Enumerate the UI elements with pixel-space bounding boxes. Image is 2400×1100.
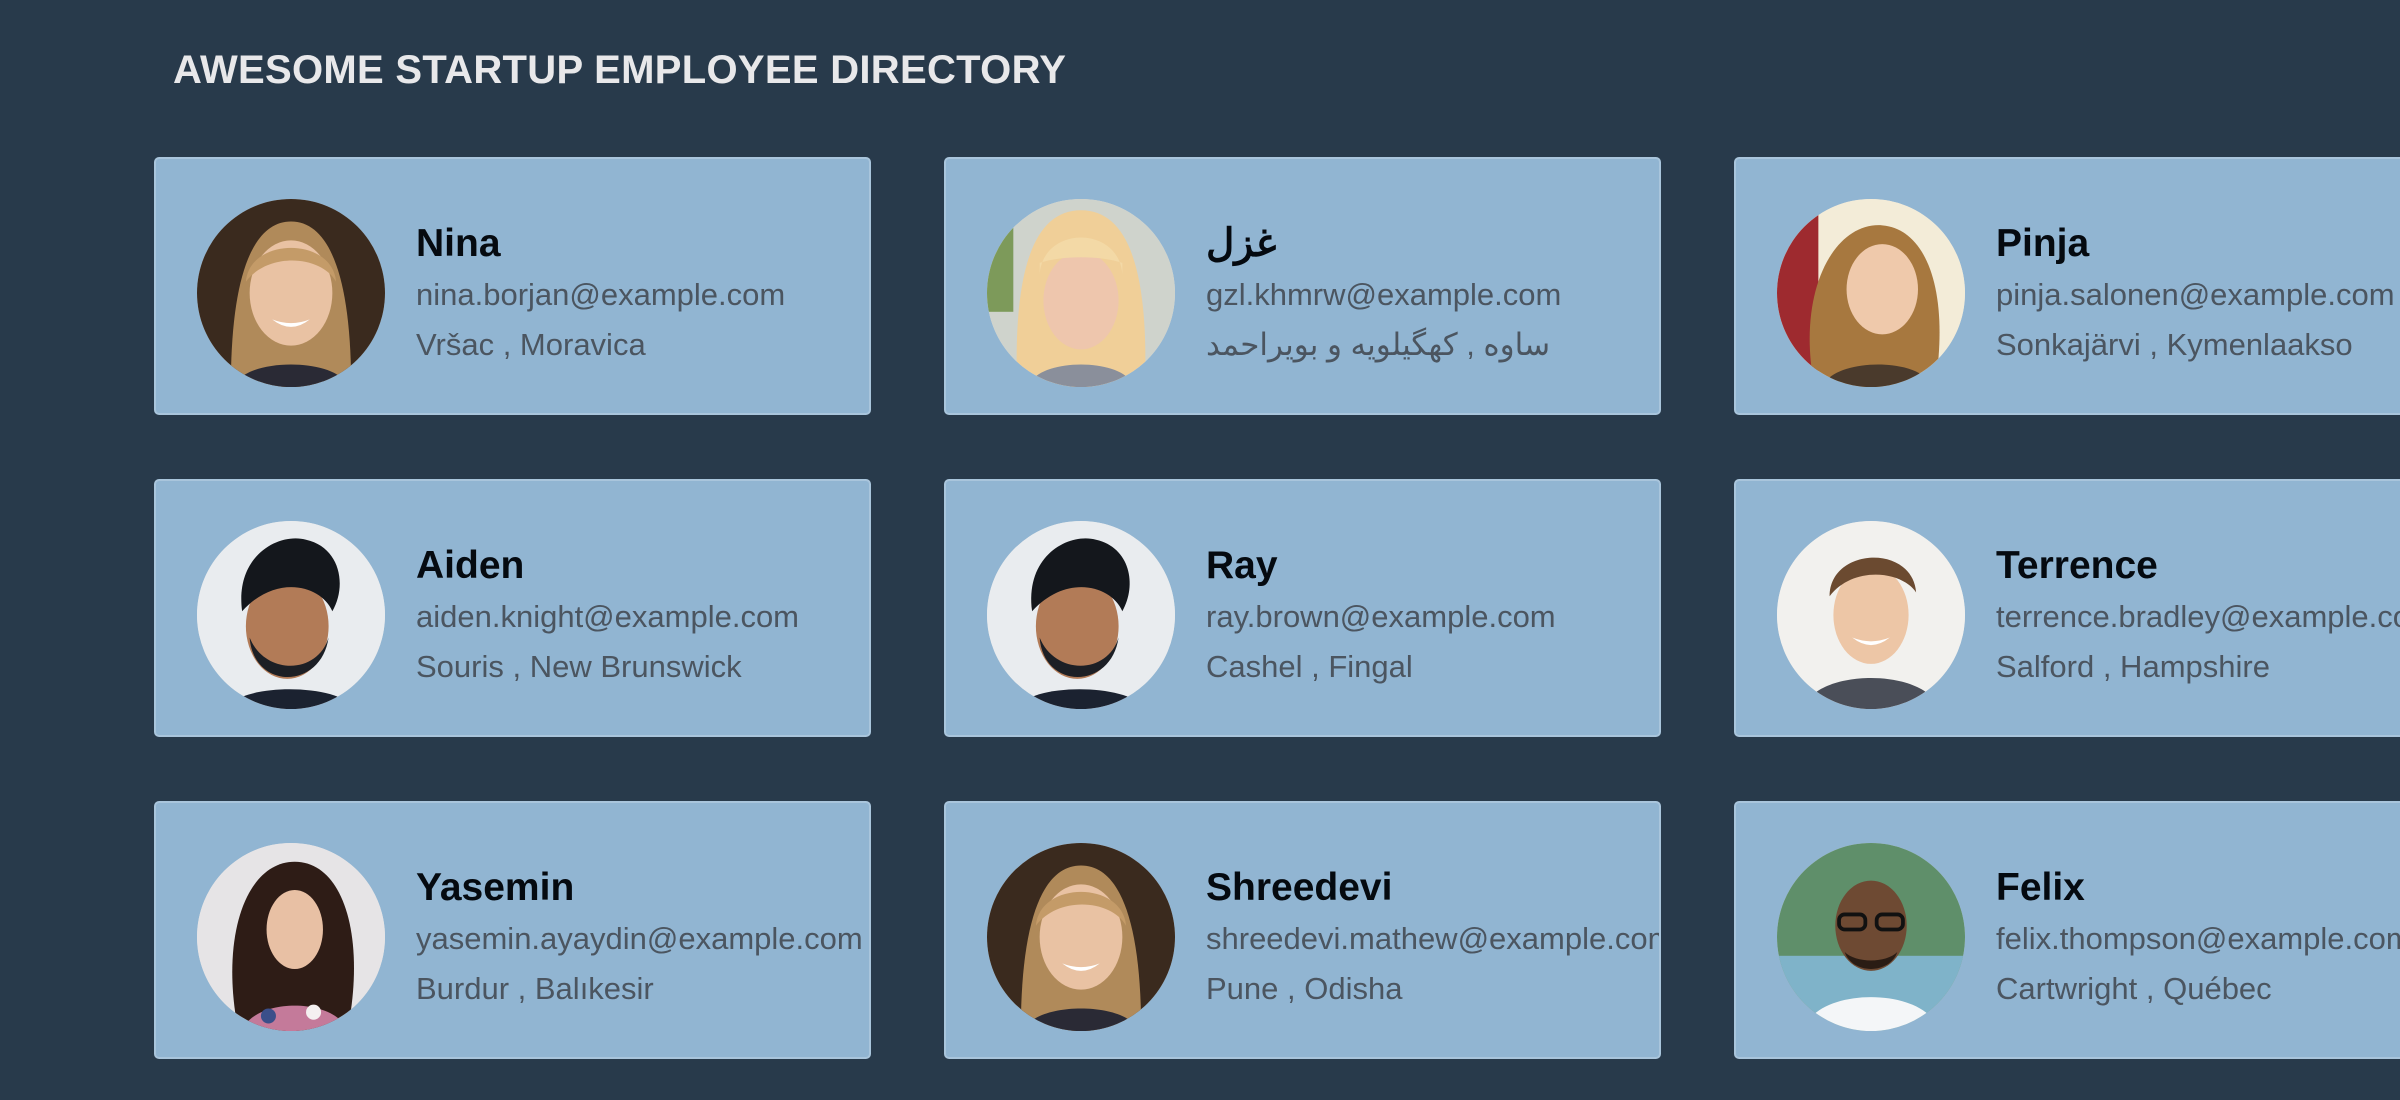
employee-name: Aiden (416, 544, 525, 587)
employee-name: غزل (1206, 222, 1277, 265)
avatar-photo-icon (197, 521, 385, 709)
employee-avatar (1777, 521, 1965, 709)
avatar-photo-icon (1777, 843, 1965, 1031)
employee-avatar (197, 199, 385, 387)
employee-card[interactable]: Terrence terrence.bradley@example.com Sa… (1734, 479, 2400, 737)
employee-card[interactable]: Yasemin yasemin.ayaydin@example.com Burd… (154, 801, 871, 1059)
employee-name: Nina (416, 222, 501, 265)
employee-name: Yasemin (416, 866, 575, 909)
employee-email: gzl.khmrw@example.com (1206, 277, 1562, 312)
employee-avatar (987, 199, 1175, 387)
avatar-photo-icon (987, 521, 1175, 709)
employee-location: ساوه , کهگیلویه و بویراحمد (1206, 327, 1551, 362)
employee-email: yasemin.ayaydin@example.com (416, 921, 863, 956)
employee-location: Burdur , Balıkesir (416, 971, 654, 1006)
employee-email: nina.borjan@example.com (416, 277, 786, 312)
employee-grid: Nina nina.borjan@example.com Vršac , Mor… (154, 157, 2400, 1100)
employee-info: Ray ray.brown@example.com Cashel , Finga… (1206, 543, 1659, 685)
employee-info: Shreedevi shreedevi.mathew@example.com P… (1206, 865, 1661, 1007)
employee-email: aiden.knight@example.com (416, 599, 800, 634)
employee-email: pinja.salonen@example.com (1996, 277, 2395, 312)
employee-info: Terrence terrence.bradley@example.com Sa… (1996, 543, 2400, 685)
employee-name: Shreedevi (1206, 866, 1393, 909)
employee-info: Yasemin yasemin.ayaydin@example.com Burd… (416, 865, 869, 1007)
employee-name: Pinja (1996, 222, 2090, 265)
directory-page: AWESOME STARTUP EMPLOYEE DIRECTORY Nina … (0, 0, 2400, 1100)
employee-location: Salford , Hampshire (1996, 649, 2270, 684)
employee-avatar (197, 521, 385, 709)
avatar-photo-icon (197, 843, 385, 1031)
avatar-photo-icon (987, 843, 1175, 1031)
employee-location: Cashel , Fingal (1206, 649, 1413, 684)
avatar-photo-icon (197, 199, 385, 387)
avatar-photo-icon (1777, 199, 1965, 387)
employee-card[interactable]: Pinja pinja.salonen@example.com Sonkajär… (1734, 157, 2400, 415)
employee-name: Ray (1206, 544, 1278, 587)
employee-location: Sonkajärvi , Kymenlaakso (1996, 327, 2353, 362)
employee-email: felix.thompson@example.com (1996, 921, 2400, 956)
employee-info: Pinja pinja.salonen@example.com Sonkajär… (1996, 221, 2400, 363)
employee-location: Vršac , Moravica (416, 327, 646, 362)
employee-info: Aiden aiden.knight@example.com Souris , … (416, 543, 869, 685)
employee-card[interactable]: Felix felix.thompson@example.com Cartwri… (1734, 801, 2400, 1059)
employee-card[interactable]: Shreedevi shreedevi.mathew@example.com P… (944, 801, 1661, 1059)
employee-email: terrence.bradley@example.com (1996, 599, 2400, 634)
employee-avatar (1777, 199, 1965, 387)
employee-email: ray.brown@example.com (1206, 599, 1556, 634)
employee-location: Souris , New Brunswick (416, 649, 742, 684)
avatar-photo-icon (1777, 521, 1965, 709)
avatar-photo-icon (987, 199, 1175, 387)
employee-name: Felix (1996, 866, 2085, 909)
employee-location: Cartwright , Québec (1996, 971, 2272, 1006)
employee-card[interactable]: Aiden aiden.knight@example.com Souris , … (154, 479, 871, 737)
employee-avatar (987, 843, 1175, 1031)
employee-info: غزل gzl.khmrw@example.com ساوه , کهگیلوی… (1206, 221, 1659, 363)
employee-info: Felix felix.thompson@example.com Cartwri… (1996, 865, 2400, 1007)
employee-info: Nina nina.borjan@example.com Vršac , Mor… (416, 221, 869, 363)
employee-card[interactable]: Ray ray.brown@example.com Cashel , Finga… (944, 479, 1661, 737)
employee-location: Pune , Odisha (1206, 971, 1403, 1006)
page-title: AWESOME STARTUP EMPLOYEE DIRECTORY (173, 48, 1067, 92)
employee-name: Terrence (1996, 544, 2158, 587)
employee-avatar (987, 521, 1175, 709)
employee-card[interactable]: Nina nina.borjan@example.com Vršac , Mor… (154, 157, 871, 415)
employee-avatar (1777, 843, 1965, 1031)
employee-email: shreedevi.mathew@example.com (1206, 921, 1661, 956)
employee-avatar (197, 843, 385, 1031)
employee-card[interactable]: غزل gzl.khmrw@example.com ساوه , کهگیلوی… (944, 157, 1661, 415)
